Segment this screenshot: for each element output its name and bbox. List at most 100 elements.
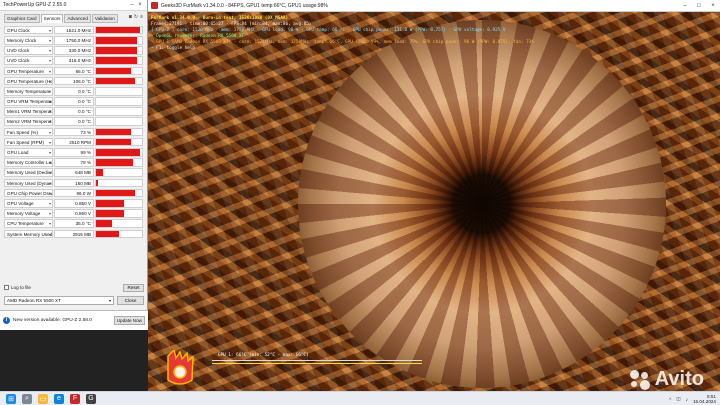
desktop: TechPowerUp GPU-Z 2.55.0 – × Graphics Ca…: [0, 0, 720, 405]
sensor-value: 2915 MB: [54, 229, 94, 239]
fur-donut: [298, 20, 666, 388]
sensor-graph: [95, 158, 143, 167]
sensor-value: 106.0 °C: [54, 76, 94, 86]
log-to-file-label: Log to file: [11, 285, 31, 290]
furmark-stats-overlay: FurMark v1.34.0.0 - Burn-in test, 1536x1…: [151, 16, 534, 52]
sensor-row: GPU Temperature (Hot Spot)106.0 °C: [4, 76, 144, 86]
search-icon[interactable]: ⌕: [22, 393, 32, 404]
sensor-row: Memory Used (Dynamic)160 MB: [4, 178, 144, 188]
tab-validation[interactable]: Validation: [91, 14, 118, 23]
overlay-line-5: - GPU 1 (AMD Radeon RX 5500 XT) - core: …: [151, 40, 534, 45]
update-now-button[interactable]: Update Now: [113, 316, 145, 325]
sensor-graph: [95, 86, 143, 96]
sensor-name[interactable]: Memory Temperature: [4, 86, 53, 96]
sensor-graph: [95, 76, 143, 86]
sensor-name[interactable]: Memory Used (Dynamic): [4, 178, 53, 188]
sensor-graph: [95, 209, 143, 218]
gpu-select[interactable]: AMD Radeon RX 5500 XT: [4, 296, 114, 305]
sensor-name[interactable]: Fan Speed (RPM): [4, 137, 53, 147]
temperature-graph: GPU 1: 66°C (min: 52°C - max: 66°C): [212, 353, 422, 374]
sensor-graph: [95, 198, 143, 208]
temperature-graph-line: [212, 363, 422, 364]
sensor-name[interactable]: Memory Used (Dedicated): [4, 168, 53, 178]
sensor-graph-fill: [96, 138, 131, 146]
sensor-value: 316.0 MHz: [54, 56, 94, 65]
sensor-name[interactable]: System Memory Used: [4, 229, 53, 239]
close-icon[interactable]: ×: [706, 3, 720, 9]
sensor-name[interactable]: GPU Temperature: [4, 66, 53, 76]
info-icon: i: [3, 317, 10, 324]
update-message: New version available: GPU-Z 2.58.0: [13, 318, 92, 323]
sensor-name[interactable]: GPU Chip Power Draw: [4, 188, 53, 198]
sensor-name[interactable]: Memory Voltage: [4, 209, 53, 218]
sensor-graph: [95, 97, 143, 106]
maximize-icon[interactable]: □: [692, 3, 706, 9]
close-icon[interactable]: ×: [136, 2, 144, 8]
refresh-icon[interactable]: ↻: [134, 14, 138, 20]
sensor-name[interactable]: Memory Clock: [4, 35, 53, 45]
furmark-titlebar[interactable]: Geeks3D FurMark v1.34.0.0 - 84FPS, GPU1 …: [148, 0, 720, 12]
sensor-graph: [95, 229, 143, 239]
furmark-taskbar-icon[interactable]: F: [70, 393, 80, 404]
tab-sensors[interactable]: Sensors: [40, 14, 64, 23]
sensor-graph-fill: [96, 149, 140, 156]
furmark-render: FurMark v1.34.0.0 - Burn-in test, 1536x1…: [148, 12, 720, 391]
minimize-icon[interactable]: –: [128, 2, 136, 8]
sensor-row: Mem1 VRM Temperature0.0 °C: [4, 107, 144, 117]
volume-icon[interactable]: ♪: [686, 397, 688, 402]
taskbar: ⊞ ⌕ ▭ e F G ^ ◫ ♪ 8:51 15.04.2024: [0, 391, 720, 405]
gpuz-titlebar[interactable]: TechPowerUp GPU-Z 2.55.0 – ×: [0, 0, 147, 11]
sensor-graph-fill: [96, 220, 113, 227]
log-to-file[interactable]: Log to file: [4, 285, 31, 290]
sensor-value: 0.850 V: [54, 198, 94, 208]
sensor-graph-fill: [96, 210, 124, 217]
sensor-row: Memory Voltage0.850 V: [4, 208, 144, 218]
sensor-name[interactable]: GPU Clock: [4, 25, 53, 35]
sensor-name[interactable]: CPU Temperature: [4, 219, 53, 228]
sensor-graph: [95, 168, 143, 178]
sensor-graph: [95, 127, 143, 137]
sensor-graph-fill: [96, 26, 140, 34]
file-explorer-icon[interactable]: ▭: [38, 393, 48, 404]
sensor-graph-fill: [96, 179, 99, 187]
sensor-row: CPU Temperature35.0 °C: [4, 219, 144, 229]
sensor-name[interactable]: Memory Controller Load: [4, 158, 53, 167]
sensor-name[interactable]: Mem2 VRM Temperature: [4, 117, 53, 127]
clock[interactable]: 8:51 15.04.2024: [693, 394, 716, 404]
sensor-graph-fill: [96, 67, 131, 75]
sensor-graph: [95, 25, 143, 35]
log-to-file-checkbox[interactable]: [4, 285, 9, 290]
edge-icon[interactable]: e: [54, 393, 64, 404]
sensor-name[interactable]: UVD Clock: [4, 46, 53, 55]
sensor-name[interactable]: GPU Voltage: [4, 198, 53, 208]
windows-start-icon[interactable]: ⊞: [6, 393, 16, 404]
tab-advanced[interactable]: Advanced: [64, 14, 91, 23]
sensor-row: UVD Clock330.0 MHz: [4, 45, 144, 55]
sensor-name[interactable]: GPU VRM Temperature: [4, 97, 53, 106]
tab-graphics-card[interactable]: Graphics Card: [4, 14, 40, 23]
sensor-graph: [95, 137, 143, 147]
sensor-name[interactable]: Mem1 VRM Temperature: [4, 107, 53, 116]
sensor-graph: [95, 107, 143, 116]
reset-button[interactable]: Reset: [123, 284, 144, 292]
furmark-title: Geeks3D FurMark v1.34.0.0 - 84FPS, GPU1 …: [161, 2, 328, 9]
sensor-name[interactable]: UVD Clock: [4, 56, 53, 65]
camera-icon[interactable]: ◙: [129, 14, 132, 20]
sensor-graph: [95, 219, 143, 228]
sensor-value: 2510 RPM: [54, 137, 94, 147]
sensor-name[interactable]: GPU Load: [4, 148, 53, 157]
sensor-name[interactable]: GPU Temperature (Hot Spot): [4, 76, 53, 86]
network-icon[interactable]: ◫: [676, 396, 680, 402]
sensor-graph-fill: [96, 128, 131, 136]
sensor-value: 96.0 W: [54, 188, 94, 198]
gpuz-title: TechPowerUp GPU-Z 2.55.0: [3, 2, 67, 8]
minimize-icon[interactable]: –: [678, 3, 692, 9]
chevron-up-icon[interactable]: ^: [669, 397, 671, 402]
sensor-name[interactable]: Fan Speed (%): [4, 127, 53, 137]
sensor-row: GPU Chip Power Draw96.0 W: [4, 188, 144, 198]
menu-icon[interactable]: ≡: [140, 14, 143, 20]
sensor-row: Fan Speed (RPM)2510 RPM: [4, 137, 144, 147]
furmark-logo: [164, 348, 196, 386]
close-button[interactable]: Close: [117, 296, 144, 305]
gpuz-taskbar-icon[interactable]: G: [86, 393, 96, 404]
